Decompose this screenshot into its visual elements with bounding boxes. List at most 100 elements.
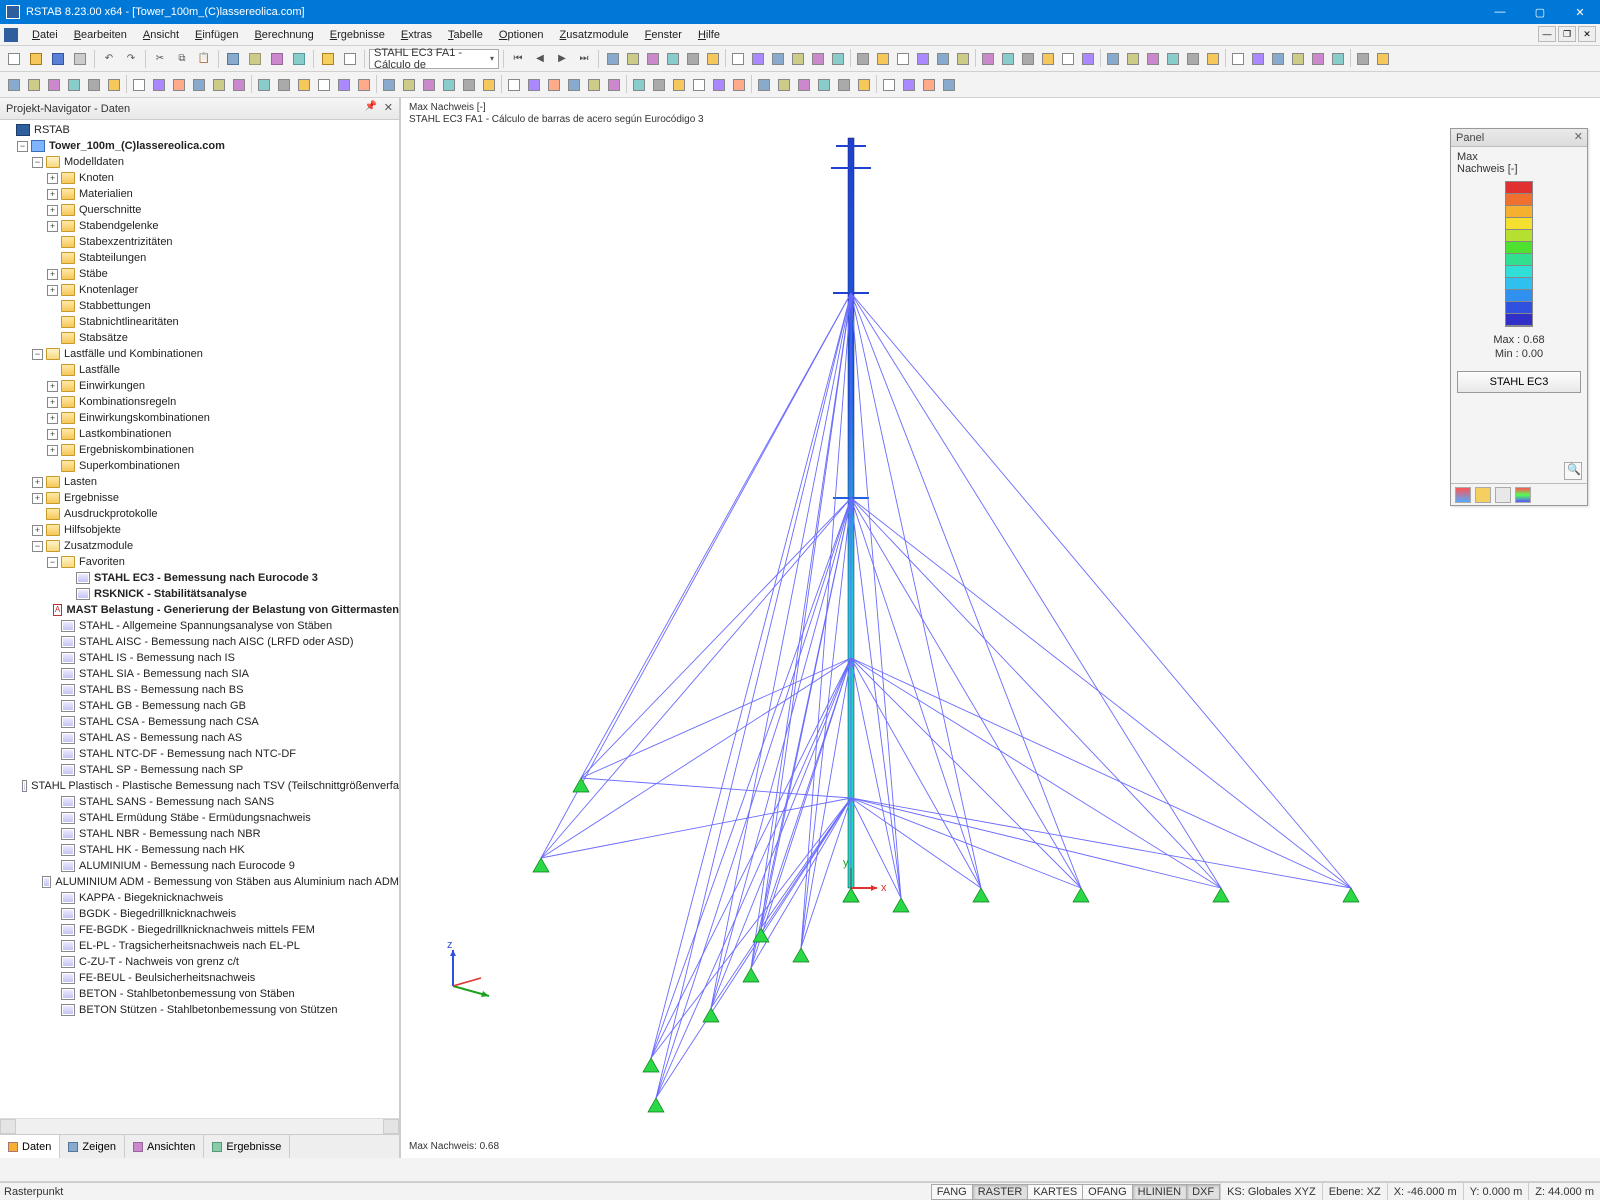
- tree-item[interactable]: STAHL GB - Bemessung nach GB: [2, 698, 399, 714]
- tree-item[interactable]: −Tower_100m_(C)lassereolica.com: [2, 138, 399, 154]
- menu-datei[interactable]: Datei: [24, 27, 66, 43]
- tree-item[interactable]: +Einwirkungskombinationen: [2, 410, 399, 426]
- tree-item[interactable]: FE-BGDK - Biegedrillknicknachweis mittel…: [2, 922, 399, 938]
- tab-ansichten[interactable]: Ansichten: [125, 1135, 204, 1158]
- tb-generic[interactable]: [1103, 49, 1123, 69]
- menu-bearbeiten[interactable]: Bearbeiten: [66, 27, 135, 43]
- minimize-button[interactable]: —: [1480, 0, 1520, 24]
- menu-tabelle[interactable]: Tabelle: [440, 27, 491, 43]
- tree-item[interactable]: +Ergebnisse: [2, 490, 399, 506]
- tb-generic[interactable]: [1248, 49, 1268, 69]
- tree-item[interactable]: Stabteilungen: [2, 250, 399, 266]
- tb-generic[interactable]: [189, 75, 209, 95]
- tree-item[interactable]: +Einwirkungen: [2, 378, 399, 394]
- menu-einfügen[interactable]: Einfügen: [187, 27, 246, 43]
- tb-generic[interactable]: [1183, 49, 1203, 69]
- tb-redo[interactable]: ↷: [121, 49, 141, 69]
- tb-generic[interactable]: [643, 49, 663, 69]
- tree-item[interactable]: RSTAB: [2, 122, 399, 138]
- menu-berechnung[interactable]: Berechnung: [246, 27, 321, 43]
- mdi-close[interactable]: ✕: [1578, 26, 1596, 42]
- tb-generic[interactable]: [44, 75, 64, 95]
- tb-generic[interactable]: [623, 49, 643, 69]
- tb-generic[interactable]: [879, 75, 899, 95]
- tree-item[interactable]: Ausdruckprotokolle: [2, 506, 399, 522]
- panel-module-button[interactable]: STAHL EC3: [1457, 371, 1581, 393]
- tb-generic[interactable]: [1228, 49, 1248, 69]
- tree-item[interactable]: +Kombinationsregeln: [2, 394, 399, 410]
- panel-tab-2[interactable]: [1475, 487, 1491, 503]
- tb-generic[interactable]: [754, 75, 774, 95]
- tb-generic[interactable]: [728, 49, 748, 69]
- tree-item[interactable]: STAHL HK - Bemessung nach HK: [2, 842, 399, 858]
- tb-generic[interactable]: [524, 75, 544, 95]
- tree-item[interactable]: −Zusatzmodule: [2, 538, 399, 554]
- tree-item[interactable]: STAHL CSA - Bemessung nach CSA: [2, 714, 399, 730]
- tb-generic[interactable]: [1288, 49, 1308, 69]
- tree-item[interactable]: EL-PL - Tragsicherheitsnachweis nach EL-…: [2, 938, 399, 954]
- status-tab-kartes[interactable]: KARTES: [1027, 1184, 1083, 1200]
- panel-close-icon[interactable]: ✕: [1574, 130, 1583, 143]
- tree-item[interactable]: Stabexzentrizitäten: [2, 234, 399, 250]
- navigator-tree[interactable]: RSTAB−Tower_100m_(C)lassereolica.com−Mod…: [0, 120, 399, 1118]
- tb-generic[interactable]: [998, 49, 1018, 69]
- tree-item[interactable]: Lastfälle: [2, 362, 399, 378]
- tb-generic[interactable]: [254, 75, 274, 95]
- tb-nav-last[interactable]: ⏭: [574, 49, 594, 69]
- tb-generic[interactable]: [853, 49, 873, 69]
- maximize-button[interactable]: ▢: [1520, 0, 1560, 24]
- tb-generic[interactable]: [274, 75, 294, 95]
- tree-item[interactable]: +Lastkombinationen: [2, 426, 399, 442]
- tab-daten[interactable]: Daten: [0, 1135, 60, 1158]
- status-tab-ofang[interactable]: OFANG: [1082, 1184, 1133, 1200]
- tb-generic[interactable]: [584, 75, 604, 95]
- tb-generic[interactable]: [939, 75, 959, 95]
- tb-generic[interactable]: [933, 49, 953, 69]
- tb-nav-prev[interactable]: ◀: [530, 49, 550, 69]
- tb-generic[interactable]: [854, 75, 874, 95]
- tb-generic[interactable]: [169, 75, 189, 95]
- tree-item[interactable]: +Stäbe: [2, 266, 399, 282]
- tree-item[interactable]: +Querschnitte: [2, 202, 399, 218]
- tree-item[interactable]: +Stabendgelenke: [2, 218, 399, 234]
- tb-generic[interactable]: [794, 75, 814, 95]
- tree-item[interactable]: −Modelldaten: [2, 154, 399, 170]
- tree-item[interactable]: BETON Stützen - Stahlbetonbemessung von …: [2, 1002, 399, 1018]
- tb-generic[interactable]: [814, 75, 834, 95]
- status-tab-hlinien[interactable]: HLINIEN: [1132, 1184, 1187, 1200]
- tb-generic[interactable]: [1143, 49, 1163, 69]
- tb-d[interactable]: [289, 49, 309, 69]
- tree-hscroll[interactable]: [0, 1118, 399, 1134]
- tb-table-icon[interactable]: [340, 49, 360, 69]
- tb-generic[interactable]: [64, 75, 84, 95]
- tb-generic[interactable]: [663, 49, 683, 69]
- tb-generic[interactable]: [1328, 49, 1348, 69]
- tree-item[interactable]: STAHL NBR - Bemessung nach NBR: [2, 826, 399, 842]
- tree-item[interactable]: −Favoriten: [2, 554, 399, 570]
- tb-generic[interactable]: [709, 75, 729, 95]
- tree-item[interactable]: STAHL EC3 - Bemessung nach Eurocode 3: [2, 570, 399, 586]
- tb-generic[interactable]: [544, 75, 564, 95]
- panel-header[interactable]: Panel ✕: [1451, 129, 1587, 147]
- tb-generic[interactable]: [649, 75, 669, 95]
- tree-item[interactable]: Stabsätze: [2, 330, 399, 346]
- tb-open[interactable]: [26, 49, 46, 69]
- tb-generic[interactable]: [913, 49, 933, 69]
- tree-item[interactable]: BETON - Stahlbetonbemessung von Stäben: [2, 986, 399, 1002]
- tb-generic[interactable]: [459, 75, 479, 95]
- tb-generic[interactable]: [1308, 49, 1328, 69]
- tree-item[interactable]: STAHL Plastisch - Plastische Bemessung n…: [2, 778, 399, 794]
- tb-new[interactable]: [4, 49, 24, 69]
- tb-generic[interactable]: [683, 49, 703, 69]
- tb-c[interactable]: [267, 49, 287, 69]
- tb-generic[interactable]: [129, 75, 149, 95]
- tree-item[interactable]: +Ergebniskombinationen: [2, 442, 399, 458]
- tree-item[interactable]: STAHL AISC - Bemessung nach AISC (LRFD o…: [2, 634, 399, 650]
- tb-generic[interactable]: [774, 75, 794, 95]
- tree-item[interactable]: +Materialien: [2, 186, 399, 202]
- tb-generic[interactable]: [379, 75, 399, 95]
- hscroll-left[interactable]: [0, 1119, 16, 1134]
- status-tab-fang[interactable]: FANG: [931, 1184, 973, 1200]
- tb-generic[interactable]: [603, 49, 623, 69]
- menu-ergebnisse[interactable]: Ergebnisse: [322, 27, 393, 43]
